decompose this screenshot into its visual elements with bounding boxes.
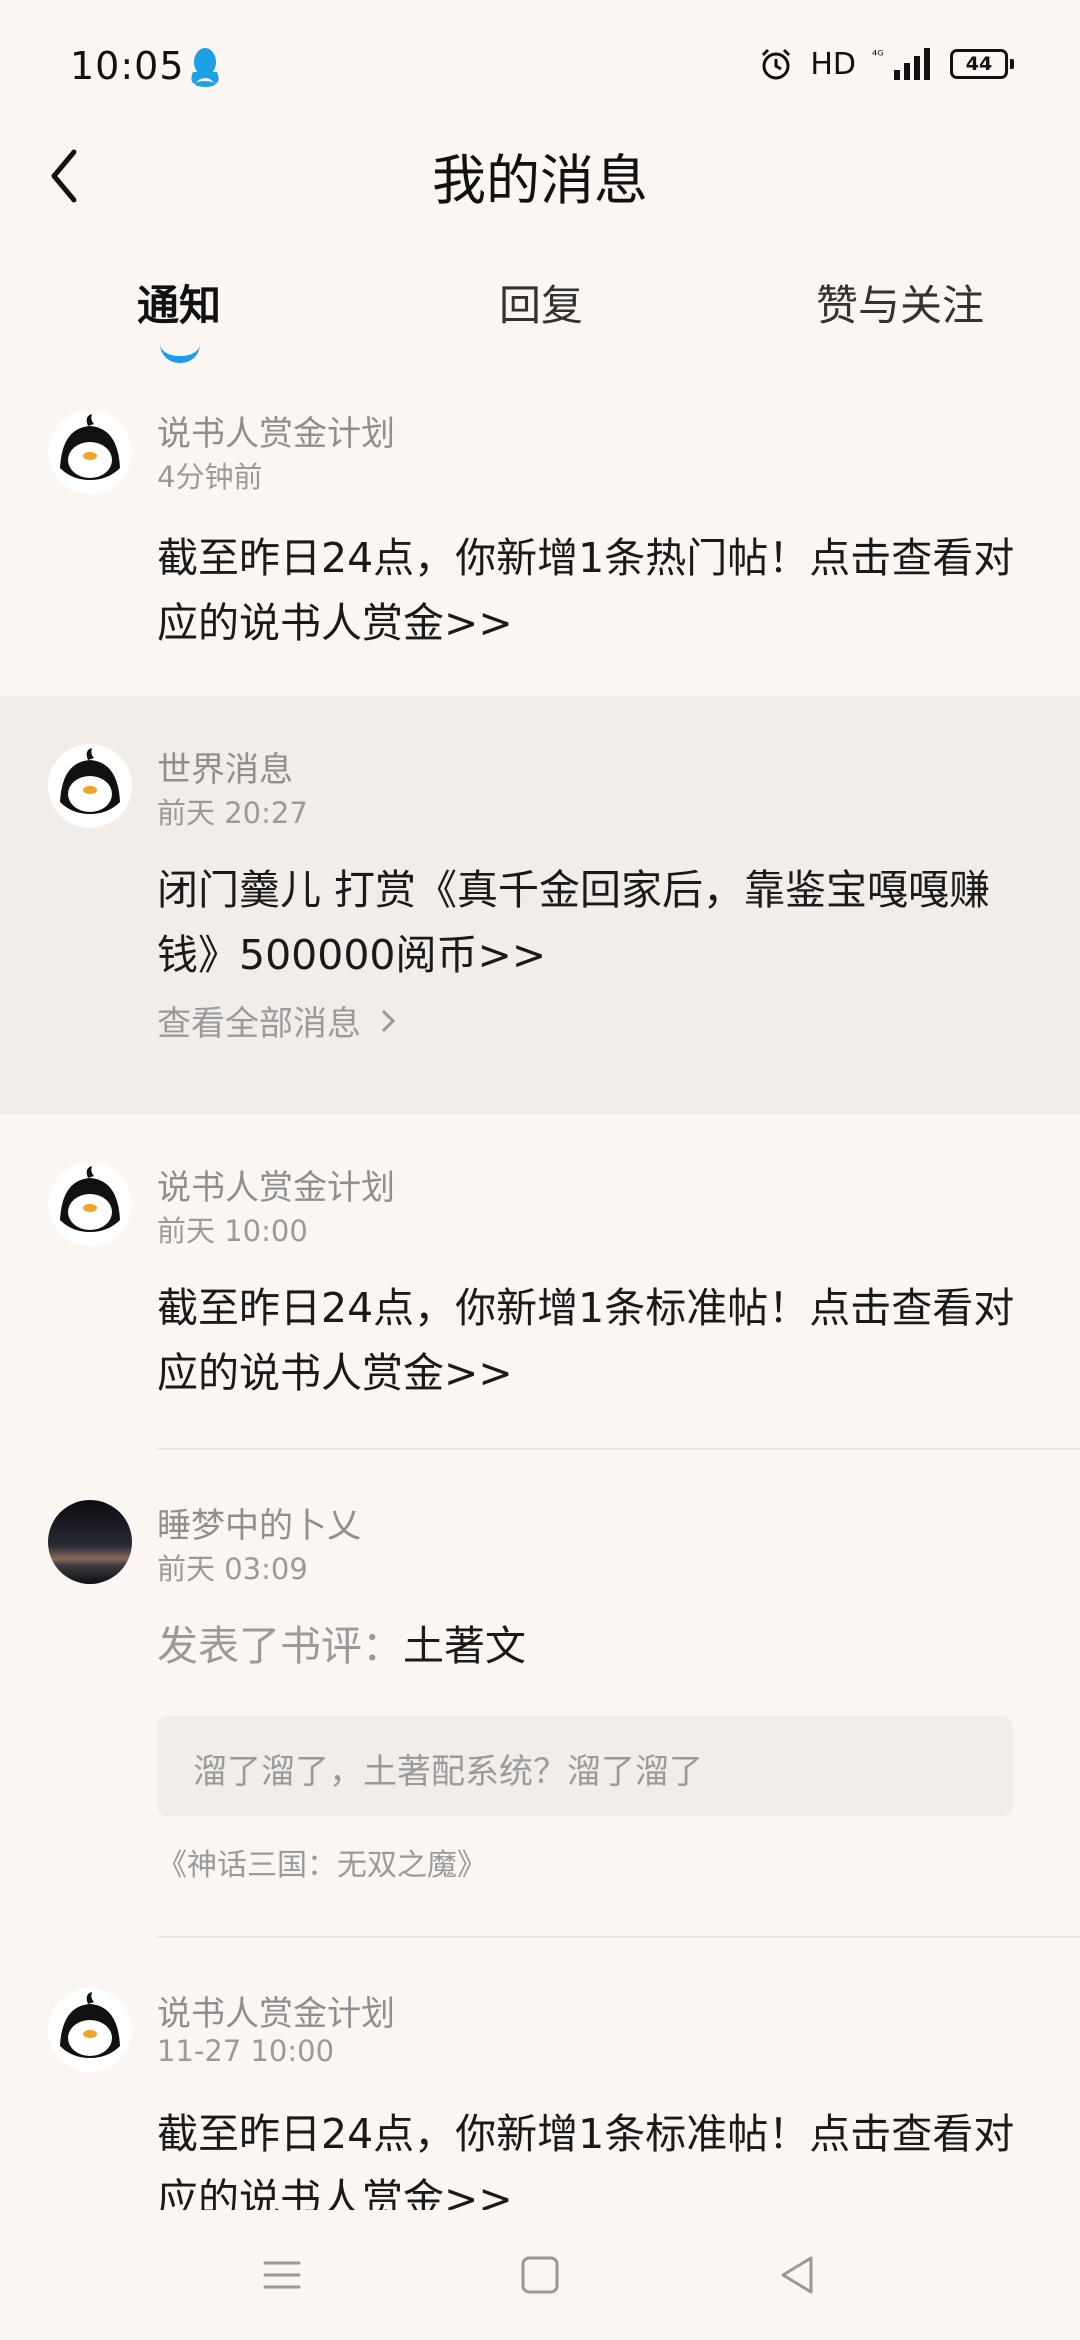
menu-icon[interactable]: [257, 2250, 307, 2300]
penguin-avatar[interactable]: [48, 744, 132, 828]
sender-name: 说书人赏金计划: [157, 1168, 395, 1208]
message-text: 截至昨日24点，你新增1条标准帖！点击查看对应的说书人赏金>>: [157, 1284, 1015, 1397]
tab-bar: 通知 回复 赞与关注: [0, 262, 1080, 363]
message-time: 11-27 10:00: [157, 2034, 335, 2068]
book-title-link[interactable]: 《神话三国：无双之魔》: [157, 1840, 487, 1884]
sender-name: 说书人赏金计划: [157, 414, 395, 454]
message-time: 4分钟前: [157, 460, 263, 494]
message-text: 截至昨日24点，你新增1条标准帖！点击查看对应的说书人赏金>>: [157, 2110, 1015, 2210]
message-item[interactable]: 世界消息 前天 20:27 闭门羹儿 打赏《真千金回家后，靠鉴宝嘎嘎赚钱》500…: [0, 696, 1080, 1114]
qq-penguin-icon: [191, 48, 219, 87]
battery-icon: 44: [950, 49, 1014, 79]
status-indicators: HD ⁴ᴳ 44: [758, 46, 1014, 82]
tab-replies[interactable]: 回复: [499, 272, 583, 333]
hd-label: HD: [810, 46, 856, 82]
status-bar: 10:05 HD ⁴ᴳ 44: [0, 0, 1080, 130]
sender-name: 说书人赏金计划: [157, 1994, 395, 2034]
penguin-avatar[interactable]: [48, 410, 132, 494]
review-line: 发表了书评：土著文: [157, 1614, 1037, 1679]
message-time: 前天 20:27: [157, 796, 308, 830]
sender-name: 世界消息: [157, 750, 293, 790]
view-all-messages-link[interactable]: 查看全部消息: [157, 996, 397, 1045]
message-time: 前天 03:09: [157, 1552, 308, 1586]
page-title: 我的消息: [432, 149, 648, 212]
review-label: 发表了书评：: [157, 1622, 403, 1670]
tab-notifications[interactable]: 通知: [137, 272, 221, 333]
active-tab-indicator: [160, 344, 200, 363]
night-sky-avatar[interactable]: [48, 1500, 132, 1584]
alarm-icon: [762, 48, 791, 80]
penguin-avatar[interactable]: [48, 1988, 132, 2072]
back-triangle-icon[interactable]: [773, 2250, 823, 2300]
message-time: 前天 10:00: [157, 1214, 308, 1248]
svg-text:⁴ᴳ: ⁴ᴳ: [872, 49, 884, 64]
message-item[interactable]: 说书人赏金计划 11-27 10:00 截至昨日24点，你新增1条标准帖！点击查…: [0, 1938, 1080, 2210]
quoted-comment-text: 溜了溜了，土著配系统？溜了溜了: [193, 1752, 703, 1792]
home-square-icon[interactable]: [515, 2250, 565, 2300]
header: 我的消息: [0, 120, 1080, 220]
status-time: 10:05: [70, 44, 185, 88]
message-item[interactable]: 睡梦中的卜乂 前天 03:09 发表了书评：土著文 溜了溜了，土著配系统？溜了溜…: [0, 1450, 1080, 1938]
message-item[interactable]: 说书人赏金计划 4分钟前 截至昨日24点，你新增1条热门帖！点击查看对应的说书人…: [0, 380, 1080, 696]
battery-level: 44: [950, 49, 1008, 79]
view-all-label: 查看全部消息: [157, 1004, 361, 1044]
sender-name: 睡梦中的卜乂: [157, 1506, 361, 1546]
penguin-avatar[interactable]: [48, 1162, 132, 1246]
signal-icon: ⁴ᴳ: [872, 48, 930, 80]
message-item[interactable]: 说书人赏金计划 前天 10:00 截至昨日24点，你新增1条标准帖！点击查看对应…: [0, 1114, 1080, 1450]
message-list: 说书人赏金计划 4分钟前 截至昨日24点，你新增1条热门帖！点击查看对应的说书人…: [0, 380, 1080, 2210]
message-text: 截至昨日24点，你新增1条热门帖！点击查看对应的说书人赏金>>: [157, 534, 1015, 647]
chevron-right-icon: [381, 1009, 396, 1032]
system-nav-bar: [0, 2210, 1080, 2340]
quoted-comment[interactable]: 溜了溜了，土著配系统？溜了溜了: [157, 1716, 1013, 1816]
review-text: 土著文: [403, 1622, 526, 1670]
message-text: 闭门羹儿 打赏《真千金回家后，靠鉴宝嘎嘎赚钱》500000阅币>>: [157, 866, 991, 979]
tab-likes-follows[interactable]: 赞与关注: [816, 272, 984, 333]
